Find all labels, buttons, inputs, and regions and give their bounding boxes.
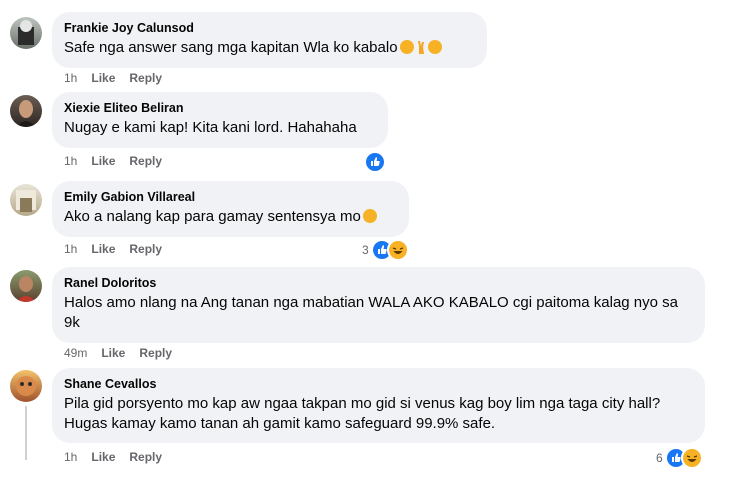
comment-bubble: Xiexie Eliteo Beliran Nugay e kami kap! … — [52, 92, 388, 148]
comment-4: Ranel Doloritos Halos amo nlang na Ang t… — [0, 264, 750, 360]
reaction-summary[interactable]: 3 — [362, 239, 409, 261]
thread-line — [25, 406, 27, 460]
comment-time[interactable]: 1h — [64, 242, 77, 256]
comment-author[interactable]: Shane Cevallos — [64, 376, 693, 392]
avatar[interactable] — [10, 17, 42, 49]
comment-time[interactable]: 1h — [64, 450, 77, 464]
comment-time[interactable]: 49m — [64, 346, 87, 360]
reply-button[interactable]: Reply — [129, 71, 162, 85]
reply-button[interactable]: Reply — [129, 154, 162, 168]
comment-bubble: Ranel Doloritos Halos amo nlang na Ang t… — [52, 267, 705, 343]
avatar[interactable] — [10, 184, 42, 216]
comment-meta: 1h Like Reply — [64, 154, 162, 168]
laughing-emoji-icon — [427, 40, 442, 54]
comment-bubble: Emily Gabion Villareal Ako a nalang kap … — [52, 181, 409, 237]
reaction-count: 3 — [362, 243, 369, 257]
reply-button[interactable]: Reply — [129, 242, 162, 256]
comment-meta: 1h Like Reply — [64, 242, 162, 256]
comment-bubble: Shane Cevallos Pila gid porsyento mo kap… — [52, 368, 705, 443]
comment-author[interactable]: Ranel Doloritos — [64, 275, 693, 291]
laughing-emoji-icon — [399, 40, 414, 54]
like-button[interactable]: Like — [91, 450, 115, 464]
comment-text: Halos amo nlang na Ang tanan nga mabatia… — [64, 294, 678, 331]
reaction-summary[interactable] — [364, 151, 386, 173]
comment-1: Frankie Joy Calunsod Safe nga answer san… — [0, 0, 750, 90]
crossed-fingers-emoji-icon — [417, 41, 424, 54]
haha-reaction-icon — [386, 239, 409, 261]
comment-time[interactable]: 1h — [64, 154, 77, 168]
comment-author[interactable]: Xiexie Eliteo Beliran — [64, 100, 376, 116]
comment-meta: 1h Like Reply — [64, 71, 162, 85]
like-button[interactable]: Like — [91, 71, 115, 85]
avatar[interactable] — [10, 370, 42, 402]
like-button[interactable]: Like — [101, 346, 125, 360]
comment-5: Shane Cevallos Pila gid porsyento mo kap… — [0, 360, 750, 477]
comment-text-body: Ako a nalang kap para gamay sentensya mo — [64, 208, 361, 225]
comment-text: Ako a nalang kap para gamay sentensya mo — [64, 207, 397, 227]
avatar[interactable] — [10, 270, 42, 302]
like-reaction-icon — [364, 151, 386, 173]
comment-text: Safe nga answer sang mga kapitan Wla ko … — [64, 38, 475, 58]
comment-text: Nugay e kami kap! Kita kani lord. Hahaha… — [64, 119, 357, 136]
reaction-count: 6 — [656, 451, 663, 465]
comment-time[interactable]: 1h — [64, 71, 77, 85]
reply-button[interactable]: Reply — [139, 346, 172, 360]
like-button[interactable]: Like — [91, 242, 115, 256]
comment-author[interactable]: Emily Gabion Villareal — [64, 189, 397, 205]
haha-reaction-icon — [680, 447, 703, 469]
comment-text-body: Safe nga answer sang mga kapitan Wla ko … — [64, 39, 398, 56]
avatar[interactable] — [10, 95, 42, 127]
reply-button[interactable]: Reply — [129, 450, 162, 464]
comment-2: Xiexie Eliteo Beliran Nugay e kami kap! … — [0, 90, 750, 178]
comment-meta: 49m Like Reply — [64, 346, 172, 360]
comment-author[interactable]: Frankie Joy Calunsod — [64, 20, 475, 36]
reaction-summary[interactable]: 6 — [656, 447, 703, 469]
comment-bubble: Frankie Joy Calunsod Safe nga answer san… — [52, 12, 487, 68]
comment-3: Emily Gabion Villareal Ako a nalang kap … — [0, 178, 750, 264]
comment-meta: 1h Like Reply — [64, 450, 162, 464]
comment-text: Pila gid porsyento mo kap aw ngaa takpan… — [64, 395, 661, 432]
like-button[interactable]: Like — [91, 154, 115, 168]
laughing-emoji-icon — [362, 209, 377, 223]
